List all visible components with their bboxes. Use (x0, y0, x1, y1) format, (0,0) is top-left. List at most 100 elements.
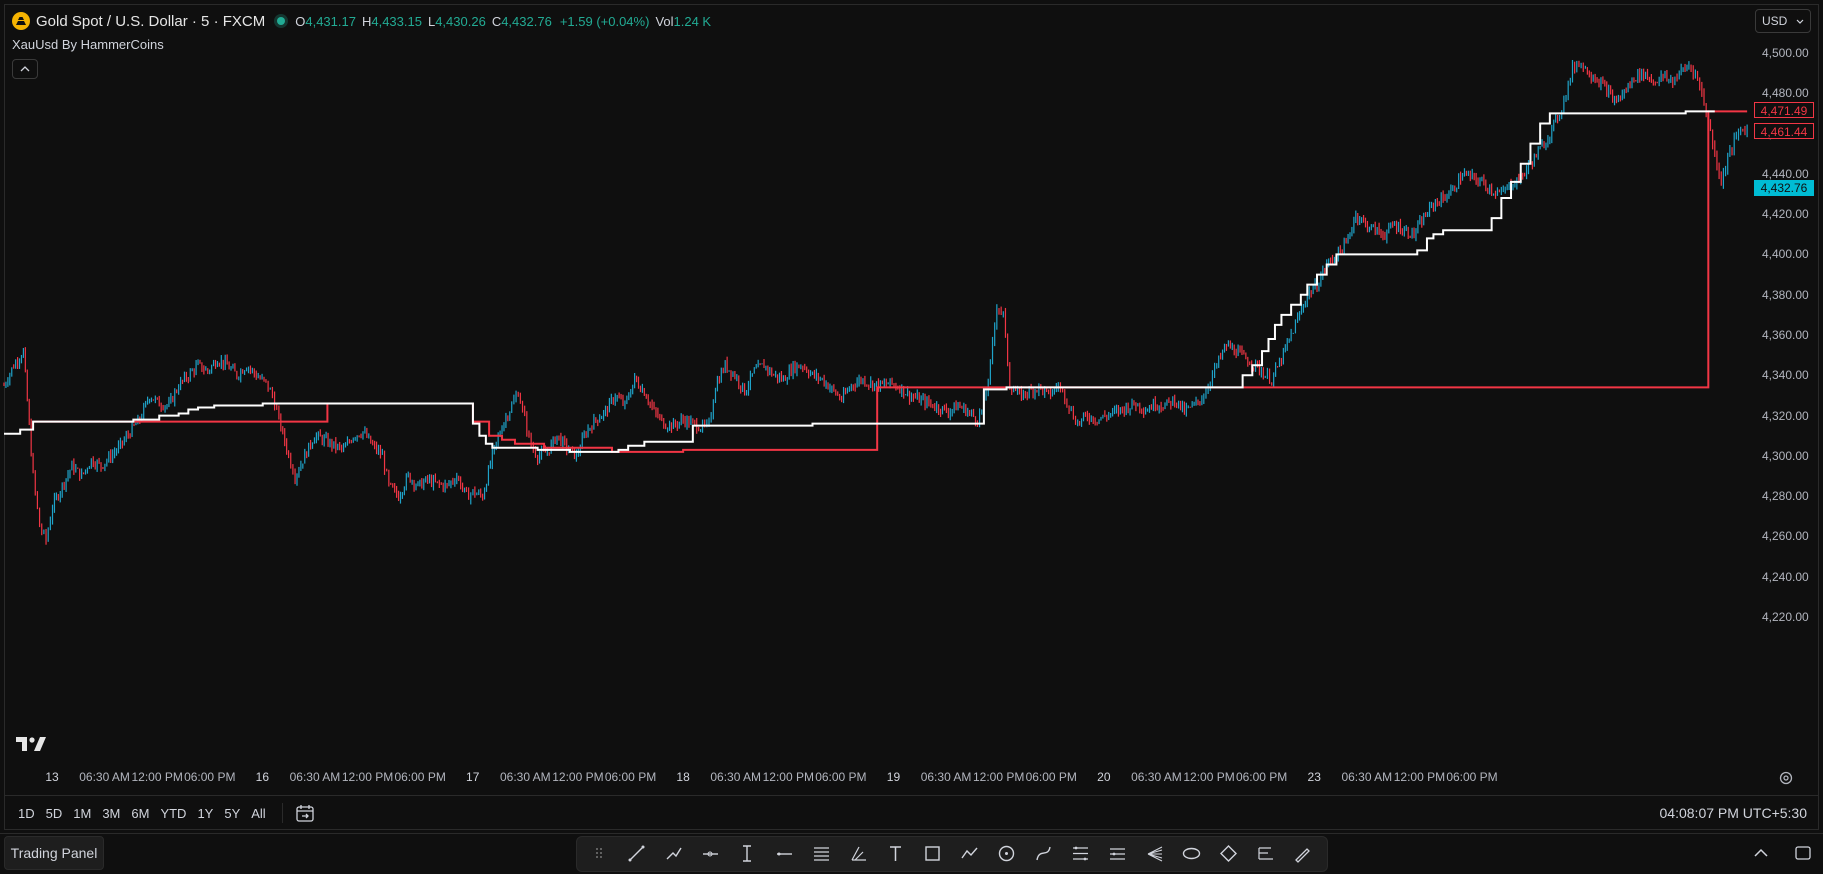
trading-panel-button[interactable]: Trading Panel (4, 836, 104, 870)
chevron-up-icon[interactable] (1752, 844, 1770, 862)
time-tick: 06:00 PM (815, 770, 867, 784)
time-tick: 06:30 AM (920, 770, 972, 784)
price-label-red-upper: 4,471.49 (1754, 102, 1814, 119)
tool-ray[interactable] (655, 839, 692, 869)
time-tick: 12:00 PM (762, 770, 814, 784)
range-button-ytd[interactable]: YTD (160, 806, 186, 821)
tool-pitchfork[interactable] (840, 839, 877, 869)
market-status-icon (277, 17, 286, 25)
range-button-1y[interactable]: 1Y (197, 806, 213, 821)
time-tick: 12:00 PM (972, 770, 1025, 784)
calendar-goto-icon[interactable] (295, 803, 315, 823)
price-tick: 4,320.00 (1762, 408, 1809, 423)
rectangle-icon (924, 846, 940, 861)
range-button-1m[interactable]: 1M (73, 806, 91, 821)
drag-handle-icon (595, 848, 602, 858)
volume-value: 1.24 K (673, 13, 712, 29)
tool-brush[interactable] (1284, 839, 1321, 869)
time-tick: 06:00 PM (184, 770, 236, 784)
tool-circle[interactable] (988, 839, 1025, 869)
time-tick: 06:30 AM (1341, 770, 1393, 784)
close-label: C (491, 13, 502, 29)
range-button-1d[interactable]: 1D (18, 806, 35, 821)
tool-vertical-line[interactable] (729, 839, 766, 869)
clock-timezone[interactable]: 04:08:07 PM UTC+5:30 (1660, 805, 1807, 821)
long-position-icon (1257, 847, 1273, 860)
time-tick: 06:30 AM (499, 770, 551, 784)
time-tick: 06:30 AM (289, 770, 341, 784)
price-tick: 4,400.00 (1762, 247, 1809, 262)
price-tick: 4,500.00 (1762, 46, 1809, 60)
change-value: +1.59 (+0.04%) (559, 13, 650, 29)
price-tick: 4,360.00 (1762, 328, 1809, 342)
price-tick: 4,260.00 (1762, 529, 1809, 544)
last-price-label: 4,432.76 (1754, 180, 1814, 197)
white-step-line (4, 110, 1715, 453)
gann-fan-icon (1147, 846, 1162, 862)
time-tick: 13 (45, 770, 59, 784)
time-axis[interactable]: 13 06:30 AM 12:00 PM 06:00 PM 16 06:30 AM 12:0… (0, 770, 1748, 786)
high-label: H (361, 13, 372, 29)
range-button-all[interactable]: All (251, 806, 265, 821)
range-button-3m[interactable]: 3M (102, 806, 120, 821)
range-button-5d[interactable]: 5D (46, 806, 63, 821)
collapse-legend-button[interactable] (12, 59, 38, 79)
range-button-6m[interactable]: 6M (131, 806, 149, 821)
tool-horizontal-ray[interactable] (692, 839, 729, 869)
volume-label: Vol (655, 13, 674, 29)
time-tick: 12:00 PM (131, 770, 183, 784)
curve-icon (1035, 846, 1051, 861)
time-tick: 06:30 AM (1131, 770, 1182, 784)
fib-retracement-icon (1072, 846, 1088, 861)
tool-fib-extension[interactable] (1099, 839, 1136, 869)
settings-gear-icon[interactable] (1778, 770, 1794, 786)
brush-icon (1294, 848, 1310, 863)
range-button-5y[interactable]: 5Y (224, 806, 240, 821)
tool-drag-handle[interactable] (581, 839, 618, 869)
maximize-icon[interactable] (1794, 844, 1812, 862)
polygon-icon (1219, 845, 1237, 862)
fib-extension-icon (1109, 848, 1125, 860)
tool-ellipse[interactable] (1173, 839, 1210, 869)
pitchfork-icon (850, 846, 866, 861)
trend-line-icon (628, 845, 644, 862)
bottom-right-controls (1752, 844, 1812, 862)
tool-parallel-channel[interactable] (803, 839, 840, 869)
close-value: 4,432.76 (501, 13, 552, 29)
tool-trend-line[interactable] (618, 839, 655, 869)
price-tick: 4,480.00 (1762, 86, 1809, 101)
red-step-line (33, 110, 1748, 453)
parallel-channel-icon (813, 847, 829, 861)
drawing-toolbar (576, 836, 1328, 872)
tradingview-logo-icon[interactable] (16, 736, 46, 752)
low-value: 4,430.26 (435, 13, 486, 29)
symbol-title[interactable]: Gold Spot / U.S. Dollar · 5 · FXCM (36, 13, 265, 30)
tool-polygon[interactable] (1210, 839, 1247, 869)
time-tick: 17 (466, 770, 480, 784)
tool-long-position[interactable] (1247, 839, 1284, 869)
range-bar: 1D 5D 1M 3M 6M YTD 1Y 5Y All 04:08:07 PM UTC+5:3… (4, 795, 1819, 830)
ohlc-values: O4,431.17 H4,433.15 L4,430.26 C4,432.76 … (295, 14, 711, 29)
chevron-up-icon (20, 66, 30, 72)
tool-rectangle[interactable] (914, 839, 951, 869)
tool-text[interactable] (877, 839, 914, 869)
horizontal-line-icon (776, 852, 792, 856)
open-label: O (295, 13, 306, 29)
time-tick: 06:00 PM (604, 770, 657, 784)
price-chart[interactable] (0, 0, 1748, 770)
price-tick: 4,280.00 (1762, 489, 1809, 504)
time-tick: 12:00 PM (1183, 770, 1235, 784)
tool-fib-retracement[interactable] (1062, 839, 1099, 869)
time-tick: 16 (255, 770, 270, 784)
price-tick: 4,300.00 (1762, 448, 1809, 463)
time-tick: 23 (1307, 770, 1321, 784)
tool-curve[interactable] (1025, 839, 1062, 869)
tool-horizontal-line[interactable] (766, 839, 803, 869)
indicator-legend[interactable]: XauUsd By HammerCoins (12, 37, 164, 52)
tool-gann-fan[interactable] (1136, 839, 1173, 869)
vertical-line-icon (742, 845, 751, 862)
time-tick: 06:30 AM (710, 770, 762, 784)
high-value: 4,433.15 (371, 13, 422, 29)
tool-path[interactable] (951, 839, 988, 869)
time-tick: 06:30 AM (79, 770, 130, 784)
